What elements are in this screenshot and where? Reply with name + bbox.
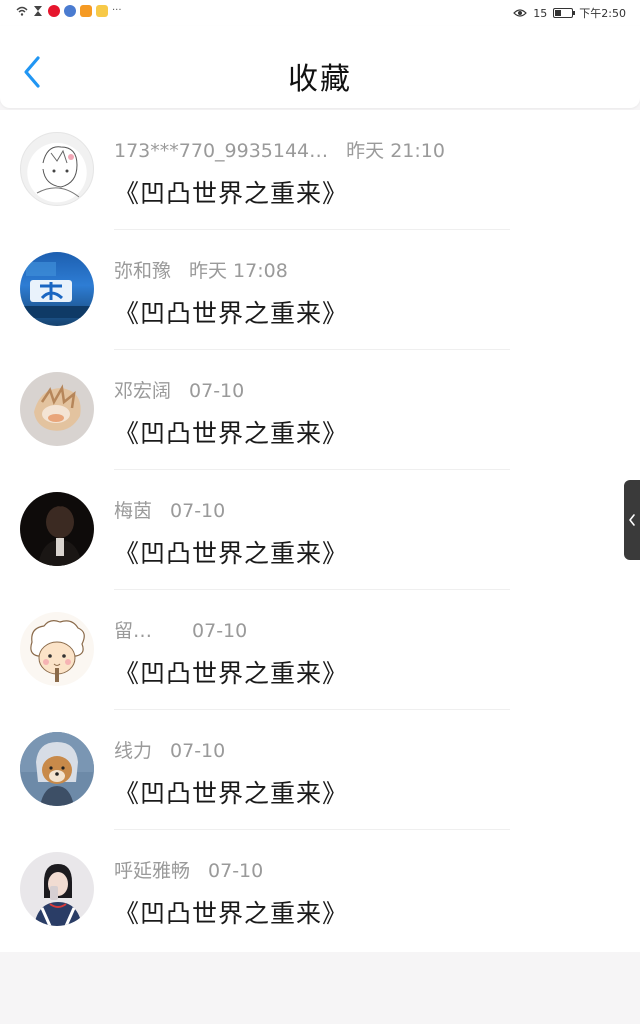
avatar	[20, 132, 94, 206]
item-meta: 梅茵 07-10	[114, 496, 225, 523]
page-title: 收藏	[288, 62, 352, 97]
list-item[interactable]: 梅茵 07-10 《凹凸世界之重来》	[0, 470, 640, 590]
item-meta: 呼延雅畅 07-10	[114, 856, 263, 883]
list-item[interactable]: 弥和豫 昨天 17:08 《凹凸世界之重来》	[0, 230, 640, 350]
hourglass-icon	[34, 6, 42, 16]
chevron-left-small-icon	[629, 514, 635, 526]
avatar	[20, 732, 94, 806]
app-icon	[64, 5, 76, 17]
user-name: 留…	[114, 620, 153, 642]
item-time: 07-10	[192, 620, 248, 642]
item-time: 07-10	[170, 500, 226, 522]
item-title: 《凹凸世界之重来》	[114, 299, 349, 328]
user-name: 线力	[114, 740, 153, 762]
side-panel-handle[interactable]	[624, 480, 640, 560]
weibo-icon	[48, 5, 60, 17]
battery-icon	[553, 8, 576, 18]
status-right: 15 下午2:50	[513, 5, 626, 21]
avatar	[20, 372, 94, 446]
item-title: 《凹凸世界之重来》	[114, 179, 349, 208]
item-time: 昨天 17:08	[189, 260, 288, 282]
item-time: 07-10	[170, 740, 226, 762]
header: 收藏	[0, 26, 640, 108]
item-meta: 173***770_9935144… 昨天 21:10	[114, 136, 445, 163]
eye-icon	[513, 9, 528, 17]
user-name: 弥和豫	[114, 260, 172, 282]
item-meta: 邓宏阔 07-10	[114, 376, 244, 403]
status-time: 下午2:50	[579, 7, 626, 20]
video-icon	[80, 5, 92, 17]
item-meta: 线力 07-10	[114, 736, 225, 763]
list-item[interactable]: 邓宏阔 07-10 《凹凸世界之重来》	[0, 350, 640, 470]
notes-icon	[96, 5, 108, 17]
item-meta: 留… 07-10	[114, 616, 247, 643]
wifi-icon	[16, 6, 28, 16]
avatar	[20, 492, 94, 566]
user-name: 邓宏阔	[114, 380, 172, 402]
avatar	[20, 852, 94, 926]
item-title: 《凹凸世界之重来》	[114, 419, 349, 448]
user-name: 173***770_9935144…	[114, 140, 329, 162]
list-item[interactable]: 呼延雅畅 07-10 《凹凸世界之重来》	[0, 830, 640, 950]
item-time: 昨天 21:10	[346, 140, 445, 162]
item-time: 07-10	[208, 860, 264, 882]
item-title: 《凹凸世界之重来》	[114, 899, 349, 928]
status-left-icons: ···	[16, 5, 122, 17]
user-name: 梅茵	[114, 500, 153, 522]
avatar	[20, 252, 94, 326]
user-name: 呼延雅畅	[114, 860, 191, 882]
more-indicator: ···	[112, 5, 122, 16]
favorites-list: 173***770_9935144… 昨天 21:10 《凹凸世界之重来》 弥和豫…	[0, 110, 640, 952]
item-meta: 弥和豫 昨天 17:08	[114, 256, 288, 283]
list-item[interactable]: 留… 07-10 《凹凸世界之重来》	[0, 590, 640, 710]
item-title: 《凹凸世界之重来》	[114, 779, 349, 808]
avatar	[20, 612, 94, 686]
item-title: 《凹凸世界之重来》	[114, 539, 349, 568]
network-speed: 15	[533, 6, 548, 20]
status-bar: ··· 15 下午2:50	[0, 0, 640, 26]
item-time: 07-10	[189, 380, 245, 402]
item-title: 《凹凸世界之重来》	[114, 659, 349, 688]
list-item[interactable]: 173***770_9935144… 昨天 21:10 《凹凸世界之重来》	[0, 110, 640, 230]
list-item[interactable]: 线力 07-10 《凹凸世界之重来》	[0, 710, 640, 830]
